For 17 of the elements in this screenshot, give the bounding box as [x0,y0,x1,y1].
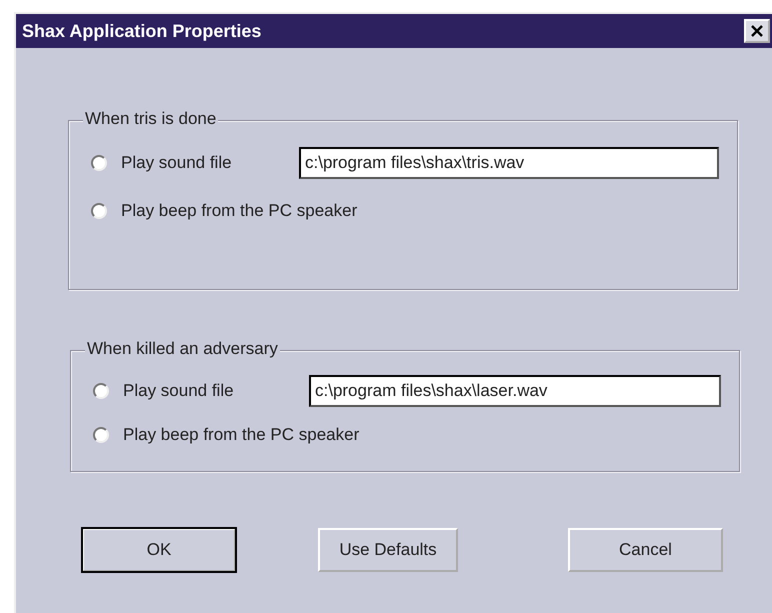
option-label: Play sound file [123,381,235,401]
group-title: When killed an adversary [85,339,280,359]
radio-button[interactable] [93,427,109,443]
file-path-field[interactable]: c:\program files\shax\tris.wav [299,147,719,179]
option-label: Play sound file [121,153,233,173]
close-icon [750,25,764,37]
close-button[interactable] [744,19,770,43]
file-path-field[interactable]: c:\program files\shax\laser.wav [309,375,721,407]
dialog-button[interactable]: Cancel [568,528,723,572]
radio-button[interactable] [91,155,107,171]
dialog-button[interactable]: OK [82,528,236,572]
window-title: Shax Application Properties [22,20,262,42]
radio-button[interactable] [91,203,107,219]
dialog-button[interactable]: Use Defaults [318,528,458,572]
radio-button[interactable] [93,383,109,399]
option-label: Play beep from the PC speaker [123,425,360,445]
option-label: Play beep from the PC speaker [121,201,358,221]
